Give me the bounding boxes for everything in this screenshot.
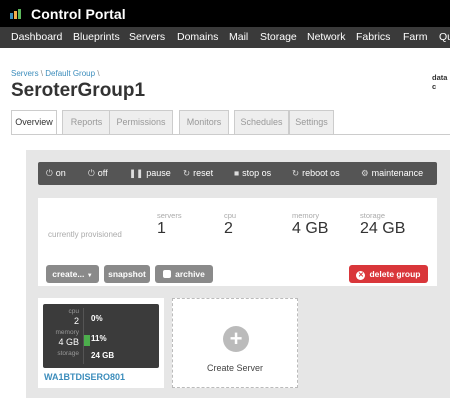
create-server-label: Create Server [206,363,264,373]
provisioned-stats: currently provisioned servers 1 cpu 2 me… [38,198,437,286]
snapshot-button[interactable]: snapshot [104,265,150,283]
tab-divider [11,134,450,135]
tile-storage-label: storage [57,350,79,357]
cpu-stat-value: 2 [224,220,233,237]
create-server-card[interactable]: + Create Server [172,298,298,388]
power-action-bar: ⏻ on ⏻ off ❚❚ pause ↻ reset ■ stop os ↻ reboot… [38,162,437,185]
create-dropdown-button[interactable]: create... ▼ [46,265,99,283]
tile-memory-label: memory [55,329,79,336]
nav-servers[interactable]: Servers [129,31,165,43]
delete-group-button[interactable]: ✕ delete group [349,265,428,283]
portal-logo-icon [10,9,22,19]
nav-storage[interactable]: Storage [260,31,297,43]
pause-button[interactable]: ❚❚ pause [129,168,171,179]
breadcrumb-servers[interactable]: Servers [11,69,39,78]
servers-stat-value: 1 [157,220,166,237]
power-icon: ⏻ [88,168,95,178]
refresh-icon: ↻ [183,168,191,178]
reboot-os-button[interactable]: ↻ reboot os [292,168,340,179]
power-icon: ⏻ [46,168,53,178]
tile-cpu-value: 2 [73,316,79,326]
nav-dashboard[interactable]: Dashboard [11,31,62,43]
archive-button[interactable]: archive [155,265,213,283]
maintenance-button[interactable]: ⚙ maintenance [361,168,423,179]
datacenter-label: data c [432,73,448,91]
stop-os-button[interactable]: ■ stop os [234,168,271,178]
tab-reports[interactable]: Reports [62,110,111,134]
reset-button[interactable]: ↻ reset [183,168,213,179]
power-off-button[interactable]: ⏻ off [88,168,108,179]
nav-mail[interactable]: Mail [229,31,248,43]
nav-farm[interactable]: Farm [403,31,428,43]
storage-stat-value: 24 GB [360,220,406,237]
archive-icon [163,270,172,278]
wrench-icon: ⚙ [361,168,369,178]
server-tile: cpu 2 memory 4 GB storage 0% 11% 24 GB [43,304,159,368]
nav-blueprints[interactable]: Blueprints [73,31,120,43]
tile-memory-percent: 11% [91,334,107,343]
app-title: Control Portal [31,6,126,22]
stop-icon: ■ [234,168,240,178]
tile-cpu-percent: 0% [91,314,103,323]
nav-fabrics[interactable]: Fabrics [356,31,390,43]
breadcrumb-separator: \ [97,69,100,78]
caret-down-icon: ▼ [86,273,93,279]
tile-storage-value: 24 GB [91,351,115,360]
tab-schedules[interactable]: Schedules [234,110,289,134]
main-nav: Dashboard Blueprints Servers Domains Mai… [0,27,450,48]
close-icon: ✕ [356,271,366,280]
servers-stat-label: servers [157,211,182,220]
memory-usage-bar [84,335,90,346]
tab-overview[interactable]: Overview [11,110,57,135]
breadcrumb: Servers \ Default Group \ [11,69,100,78]
page-title: SeroterGroup1 [11,80,146,101]
breadcrumb-separator: \ [40,69,44,78]
refresh-icon: ↻ [292,168,300,178]
server-name-link[interactable]: WA1BTDISERO801 [44,372,125,382]
nav-more[interactable]: Qu [439,31,450,43]
tab-bar: Overview Reports Permissions Monitors Sc… [11,110,450,135]
pause-icon: ❚❚ [129,168,144,178]
tab-monitors[interactable]: Monitors [179,110,229,134]
memory-stat-label: memory [292,211,320,220]
tile-memory-value: 4 GB [58,337,79,347]
power-on-button[interactable]: ⏻ on [46,168,66,179]
server-card[interactable]: cpu 2 memory 4 GB storage 0% 11% 24 GB W… [38,298,164,388]
tile-cpu-label: cpu [68,308,79,315]
plus-icon: + [223,326,249,352]
breadcrumb-default-group[interactable]: Default Group [45,69,95,78]
cpu-stat-label: cpu [224,211,237,220]
stats-caption: currently provisioned [48,230,122,239]
top-header: Control Portal [0,0,450,27]
nav-network[interactable]: Network [307,31,346,43]
storage-stat-label: storage [360,211,386,220]
memory-stat-value: 4 GB [292,220,329,237]
tab-settings[interactable]: Settings [289,110,334,134]
tab-permissions[interactable]: Permissions [109,110,173,134]
nav-domains[interactable]: Domains [177,31,218,43]
